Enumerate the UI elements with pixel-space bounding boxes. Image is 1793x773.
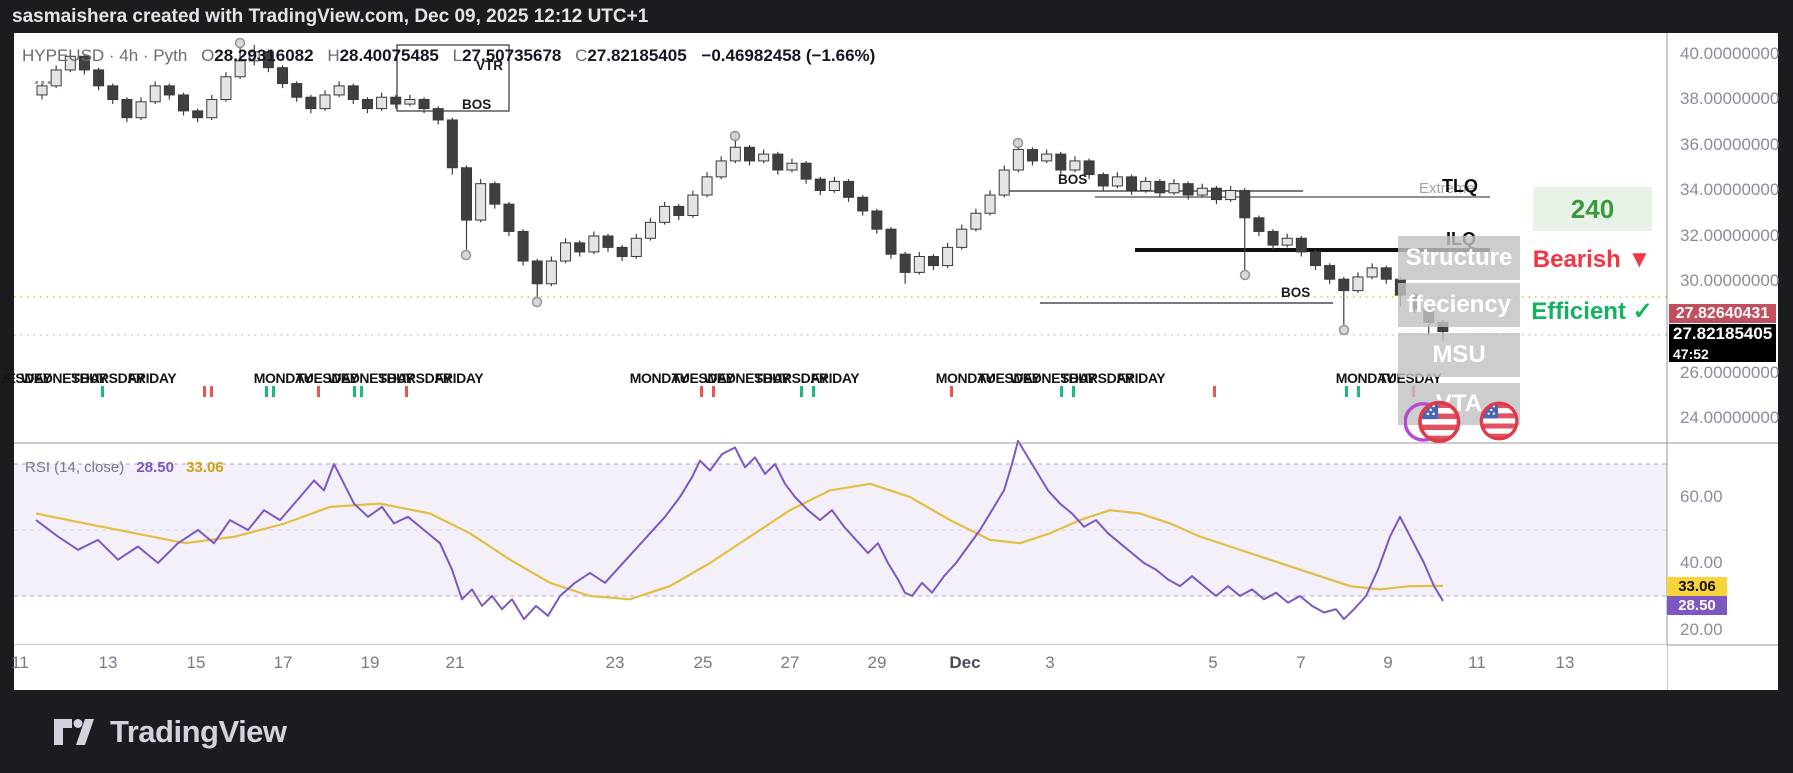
chart-background <box>14 33 1778 690</box>
price-scale[interactable]: 40.00000000 38.00000000 36.00000000 34.0000… <box>1667 33 1780 645</box>
last-price-value: 27.82185405 <box>1673 324 1773 343</box>
ref-price-badge: 27.82640431 <box>1669 304 1776 323</box>
price-tick-label: 32.00000000 <box>1680 226 1780 245</box>
time-tick-label: 7 <box>1296 653 1306 672</box>
time-scale[interactable]: 11 13 15 17 19 21 23 25 27 29 Dec 3 5 7 9 11 13 <box>11 645 1667 690</box>
time-tick-label: 25 <box>693 653 713 672</box>
price-tick-label: 24.00000000 <box>1680 408 1780 427</box>
time-tick-label: 3 <box>1045 653 1055 672</box>
price-tick-label: 34.00000000 <box>1680 180 1780 199</box>
price-tick-label: 36.00000000 <box>1680 135 1780 154</box>
attribution-bar: sasmaishera created with TradingView.com… <box>0 0 1793 33</box>
footer-bar: TradingView <box>0 690 1793 773</box>
time-tick-label: Dec <box>949 653 981 672</box>
time-tick-label: 13 <box>1555 653 1575 672</box>
rsi-tick-label: 40.00 <box>1680 553 1723 572</box>
time-tick-label: 21 <box>445 653 465 672</box>
time-tick-label: 15 <box>186 653 206 672</box>
last-price-badge: 27.82185405 47:52 <box>1669 324 1776 362</box>
time-tick-label: 5 <box>1208 653 1218 672</box>
time-tick-label: 13 <box>98 653 118 672</box>
rsi-tick-label: 20.00 <box>1680 620 1723 639</box>
time-tick-label: 11 <box>1468 653 1486 672</box>
time-tick-label: 27 <box>780 653 800 672</box>
attribution-text: sasmaishera created with TradingView.com… <box>12 6 649 27</box>
bar-countdown: 47:52 <box>1673 346 1709 362</box>
rsi-value-badge: 28.50 <box>1667 596 1727 615</box>
time-tick-label: 29 <box>867 653 887 672</box>
price-tick-label: 26.00000000 <box>1680 363 1780 382</box>
time-tick-label: 19 <box>360 653 380 672</box>
time-tick-label: 11 <box>11 653 29 672</box>
price-tick-label: 30.00000000 <box>1680 271 1780 290</box>
tradingview-logo-icon[interactable] <box>52 715 96 749</box>
time-tick-label: 9 <box>1383 653 1393 672</box>
time-tick-label: 17 <box>273 653 293 672</box>
tradingview-screenshot: sasmaishera created with TradingView.com… <box>0 0 1793 773</box>
rsi-tick-label: 60.00 <box>1680 487 1723 506</box>
price-tick-label: 38.00000000 <box>1680 89 1780 108</box>
time-tick-label: 23 <box>605 653 625 672</box>
rsi-ma-badge: 33.06 <box>1667 577 1727 596</box>
price-tick-label: 40.00000000 <box>1680 44 1780 63</box>
tradingview-logo-text[interactable]: TradingView <box>110 714 287 750</box>
